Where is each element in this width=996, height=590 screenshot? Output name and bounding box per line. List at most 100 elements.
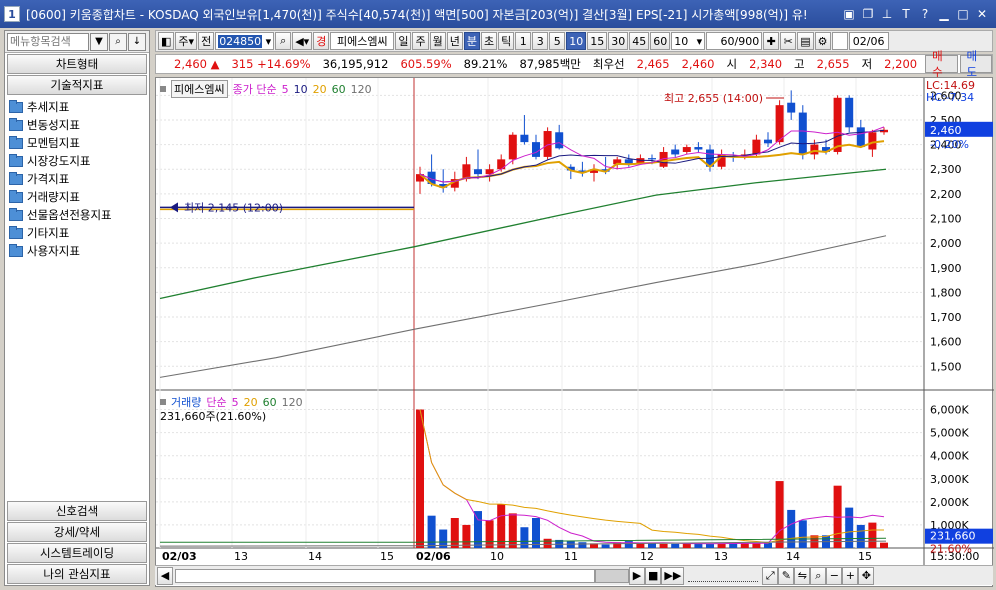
tree-item[interactable]: 시장강도지표 [9,152,145,170]
tech-indicators-button[interactable]: 기술적지표 [7,75,147,95]
volume-legend-ma120: 120 [281,395,303,409]
zoom-icon[interactable]: ⌕ [810,566,827,585]
restore-icon[interactable]: ❐ [860,6,876,22]
interval-45[interactable]: 45 [629,32,650,50]
minimize-icon[interactable]: ▁ [936,6,952,22]
help-icon[interactable]: ? [917,6,933,22]
folder-icon [9,225,23,239]
stock-code-input[interactable]: 024850 ▾ [215,32,275,50]
tree-item[interactable]: 모멘텀지표 [9,134,145,152]
bottom-nav: 신호검색 강세/약세 시스템트레이딩 나의 관심지표 [5,500,149,585]
interval-1[interactable]: 1 [515,32,532,50]
low-label: 저 [861,57,873,71]
down-arrow-icon[interactable]: ↓ [128,32,146,51]
period-year[interactable]: 년 [446,32,463,50]
buy-button[interactable]: 매수 [925,49,958,79]
interval-select[interactable]: 10 ▾ [671,32,706,50]
tree-item[interactable]: 가격지표 [9,170,145,188]
x-tick-label: 10 [490,550,504,563]
speaker-icon[interactable]: ◀▾ [292,32,313,50]
tree-item[interactable]: 선물옵션전용지표 [9,206,145,224]
scroll-thumb[interactable] [595,568,629,583]
zoom-out-icon[interactable]: − [826,566,843,585]
font-icon[interactable]: T [898,6,914,22]
indicator-panel: ▼ ⌕ ↓ 차트형태 기술적지표 추세지표 변동성지표 모멘텀지표 시장강도지표… [4,30,150,586]
best-quote-label: 최우선 [592,57,625,71]
zoom-slider[interactable] [688,570,759,582]
period-day[interactable]: 일 [395,32,412,50]
volume-bar [682,543,691,548]
sell-button[interactable]: 매도 [959,49,992,79]
tree-item[interactable]: 변동성지표 [9,116,145,134]
signal-search-button[interactable]: 신호검색 [7,501,147,521]
tree-item[interactable]: 기타지표 [9,224,145,242]
system-trading-button[interactable]: 시스템트레이딩 [7,543,147,563]
tree-item-label: 사용자지표 [27,244,80,258]
volume-bar [798,520,807,548]
prefix-button[interactable]: 전 [198,32,215,50]
market-label: 주 [178,35,189,48]
dropdown-icon[interactable]: ▼ [90,32,108,51]
layout-icon[interactable]: ◧ [158,32,175,50]
period-second[interactable]: 초 [480,32,498,50]
maximize-icon[interactable]: □ [955,6,971,22]
gear-icon[interactable]: ⚙ [814,32,831,50]
price-tag: 2,460 [930,124,962,137]
candle-body [497,159,506,170]
menu-search-input[interactable] [7,32,89,51]
link-icon[interactable]: ▣ [841,6,857,22]
my-indicators-button[interactable]: 나의 관심지표 [7,564,147,584]
stop-icon[interactable]: ■ [645,566,662,585]
y-tick-label: 1,500 [930,360,962,373]
count-input[interactable]: 60/900 [706,32,763,50]
close-icon[interactable]: ✕ [974,6,990,22]
zoom-fit-icon[interactable]: ⤢ [762,566,779,585]
period-minute[interactable]: 분 [463,32,480,50]
tools-icon[interactable]: ✂ [780,32,797,50]
zoom-in-icon[interactable]: + [842,566,859,585]
open-value: 2,340 [749,57,783,71]
crosshair-icon[interactable]: ✚ [763,32,780,50]
interval-30[interactable]: 30 [608,32,629,50]
volume-legend-ma60: 60 [262,395,277,409]
date-input[interactable]: 02/06 [848,32,889,50]
interval-3[interactable]: 3 [532,32,549,50]
period-tick[interactable]: 틱 [498,32,515,50]
interval-5[interactable]: 5 [549,32,566,50]
app-icon[interactable]: 1 [4,6,20,22]
period-month[interactable]: 월 [429,32,446,50]
scroll-track[interactable] [175,568,595,583]
strength-weakness-button[interactable]: 강세/약세 [7,522,147,542]
tree-item-label: 변동성지표 [27,118,80,132]
current-price-value: 2,460 [174,57,207,71]
fast-forward-icon[interactable]: ▶▶ [661,566,685,585]
candle-body [671,149,680,155]
interval-10[interactable]: 10 [566,32,587,50]
drawing-icon[interactable]: ✎ [778,566,795,585]
candle-body [532,142,540,157]
search-icon[interactable]: ⌕ [109,32,127,51]
tree-item[interactable]: 거래량지표 [9,188,145,206]
period-week[interactable]: 주 [412,32,429,50]
tree-item[interactable]: 사용자지표 [9,242,145,260]
interval-15[interactable]: 15 [587,32,608,50]
tree-item[interactable]: 추세지표 [9,98,145,116]
move-icon[interactable]: ✥ [858,566,875,585]
interval-60[interactable]: 60 [650,32,671,50]
arrange-icon[interactable]: ⇋ [794,566,811,585]
scroll-left-icon[interactable]: ◀ [157,566,173,585]
date-checkbox[interactable] [831,32,848,50]
pin-icon[interactable]: ⊥ [879,6,895,22]
chart-area[interactable]: 2,600 2,500 2,400 2,300 2,200 2,100 2,000 1,900… [155,77,994,587]
chart-type-button[interactable]: 차트형태 [7,54,147,74]
market-select[interactable]: 주 ▾ [175,32,198,50]
hc-label: HC:-7.34 [926,91,974,104]
chart-canvas[interactable]: 2,6002,5002,4002,3002,2002,1002,0001,900… [156,78,994,566]
volume-bar [880,542,888,548]
volume-tag: 231,660 [930,530,976,543]
x-tick-label: 15 [380,550,394,563]
price-legend-ma10: 10 [293,82,308,96]
search-icon[interactable]: ⌕ [275,32,292,50]
save-icon[interactable]: ▤ [797,32,814,50]
play-icon[interactable]: ▶ [629,566,645,585]
